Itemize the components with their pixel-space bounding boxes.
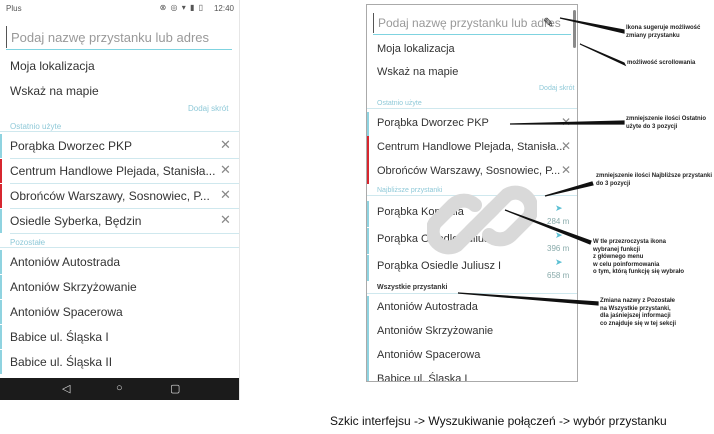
- annotation-connector-lines: [457, 17, 627, 306]
- figure-caption: Szkic interfejsu -> Wyszukiwanie połącze…: [330, 414, 667, 428]
